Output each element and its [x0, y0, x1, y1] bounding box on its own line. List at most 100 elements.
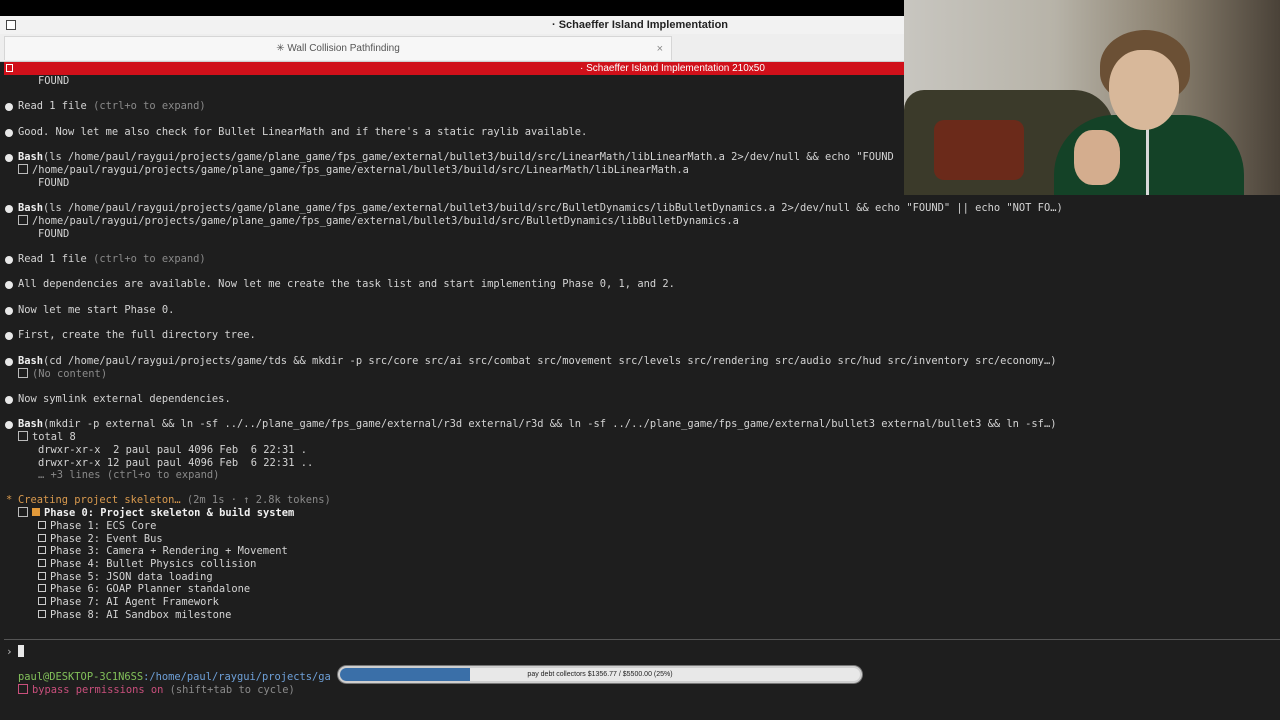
checkbox-icon	[38, 559, 46, 567]
bullet-dot-icon	[5, 205, 13, 213]
output-line: FOUND	[38, 228, 70, 240]
bash-output-line: total 8	[18, 431, 76, 444]
command-text: (mkdir -p external && ln -sf ../../plane…	[43, 418, 1057, 430]
read-file-line: Read 1 file (ctrl+o to expand)	[18, 253, 206, 266]
bash-command-line: Bash(ls /home/paul/raygui/projects/game/…	[18, 202, 1063, 215]
status-path: :/home/paul/raygui/projects/ga	[143, 671, 331, 683]
todo-item: Phase 3: Camera + Rendering + Movement	[38, 545, 288, 558]
bullet-dot-icon	[5, 396, 13, 404]
spinner-icon: *	[6, 494, 13, 506]
tab-label: ✳ Wall Collision Pathfinding	[276, 43, 400, 54]
assistant-message: First, create the full directory tree.	[18, 329, 256, 341]
todo-label: Phase 1: ECS Core	[50, 520, 157, 532]
output-text: total 8	[32, 431, 76, 443]
tool-name: Bash	[18, 151, 44, 163]
todo-item: Phase 1: ECS Core	[38, 520, 156, 533]
todo-label: Phase 5: JSON data loading	[50, 571, 213, 583]
bash-command-line: Bash(mkdir -p external && ln -sf ../../p…	[18, 418, 1056, 431]
task-meta: (2m 1s · ↑ 2.8k tokens)	[180, 494, 331, 506]
todo-label: Phase 2: Event Bus	[50, 533, 163, 545]
mode-icon	[18, 684, 28, 694]
expand-hint: (ctrl+o to expand)	[86, 100, 206, 112]
checkbox-icon	[38, 610, 46, 618]
checkbox-icon	[38, 534, 46, 542]
command-text: (cd /home/paul/raygui/projects/game/tds …	[43, 355, 1057, 367]
tab-wall-collision[interactable]: ✳ Wall Collision Pathfinding ×	[4, 36, 672, 60]
webcam-person-hand	[1074, 130, 1120, 185]
output-corner-icon	[18, 368, 28, 378]
bullet-dot-icon	[5, 281, 13, 289]
output-line: drwxr-xr-x 2 paul paul 4096 Feb 6 22:31 …	[38, 444, 307, 456]
command-text: (ls /home/paul/raygui/projects/game/plan…	[43, 151, 894, 163]
bullet-dot-icon	[5, 332, 13, 340]
tool-name: Bash	[18, 418, 44, 430]
todo-label: Phase 3: Camera + Rendering + Movement	[50, 545, 288, 557]
bullet-dot-icon	[5, 358, 13, 366]
checkbox-icon	[38, 546, 46, 554]
input-cursor[interactable]	[18, 645, 24, 657]
expand-hint: (ctrl+o to expand)	[86, 253, 206, 265]
bash-output-line: /home/paul/raygui/projects/game/plane_ga…	[18, 215, 739, 228]
bash-command-line: Bash(ls /home/paul/raygui/projects/game/…	[18, 151, 894, 164]
assistant-message: Good. Now let me also check for Bullet L…	[18, 126, 588, 138]
todo-label: Phase 8: AI Sandbox milestone	[50, 609, 232, 621]
status-user: paul@DESKTOP-3C1N6SS	[18, 671, 144, 683]
tmux-title: · Schaeffer Island Implementation 210x50	[580, 63, 765, 74]
webcam-video	[904, 0, 1280, 195]
bullet-dot-icon	[5, 154, 13, 162]
read-file-line: Read 1 file (ctrl+o to expand)	[18, 100, 206, 113]
debt-progress-bar: pay debt collectors $1356.77 / $5500.00 …	[338, 666, 862, 683]
todo-label: Phase 6: GOAP Planner standalone	[50, 583, 251, 595]
assistant-message: Now symlink external dependencies.	[18, 393, 231, 405]
assistant-message: All dependencies are available. Now let …	[18, 278, 675, 290]
checkbox-icon	[38, 584, 46, 592]
tool-name: Bash	[18, 202, 44, 214]
pane-icon	[6, 64, 13, 72]
task-status: Creating project skeleton…	[18, 494, 181, 506]
output-corner-icon	[18, 215, 28, 225]
read-label: Read 1 file	[18, 100, 87, 112]
todo-item: Phase 7: AI Agent Framework	[38, 596, 219, 609]
prompt-divider	[4, 639, 1280, 640]
bash-output-line: (No content)	[18, 368, 107, 381]
window-menu-icon[interactable]	[6, 20, 16, 30]
bullet-dot-icon	[5, 307, 13, 315]
read-label: Read 1 file	[18, 253, 87, 265]
progress-label: pay debt collectors $1356.77 / $5500.00 …	[527, 671, 673, 678]
todo-item: Phase 8: AI Sandbox milestone	[38, 609, 231, 622]
output-corner-icon	[18, 164, 28, 174]
webcam-person-zipper	[1146, 125, 1149, 195]
bypass-label: bypass permissions on	[32, 684, 164, 696]
output-text: (No content)	[32, 368, 108, 380]
bullet-dot-icon	[5, 421, 13, 429]
todo-label: Phase 7: AI Agent Framework	[50, 596, 219, 608]
todo-item: Phase 4: Bullet Physics collision	[38, 558, 256, 571]
bash-output-line: /home/paul/raygui/projects/game/plane_ga…	[18, 164, 689, 177]
webcam-person-face	[1109, 50, 1179, 130]
prompt-symbol: ›	[6, 645, 13, 658]
close-icon[interactable]: ×	[657, 37, 663, 61]
todo-label: Phase 4: Bullet Physics collision	[50, 558, 257, 570]
todo-label: Phase 0: Project skeleton & build system	[44, 507, 295, 519]
checkbox-icon	[38, 597, 46, 605]
bypass-hint: (shift+tab to cycle)	[163, 684, 295, 696]
output-corner-icon	[18, 507, 28, 517]
todo-item: Phase 0: Project skeleton & build system	[18, 507, 294, 520]
command-text: (ls /home/paul/raygui/projects/game/plan…	[43, 202, 1063, 214]
output-text: /home/paul/raygui/projects/game/plane_ga…	[32, 215, 739, 227]
checkbox-active-icon	[32, 508, 40, 516]
bullet-dot-icon	[5, 103, 13, 111]
expand-more-line[interactable]: … +3 lines (ctrl+o to expand)	[38, 469, 219, 482]
bullet-dot-icon	[5, 256, 13, 264]
status-line-path: paul@DESKTOP-3C1N6SS:/home/paul/raygui/p…	[18, 671, 331, 683]
task-progress-line: Creating project skeleton… (2m 1s · ↑ 2.…	[18, 494, 331, 507]
output-corner-icon	[18, 431, 28, 441]
assistant-message: Now let me start Phase 0.	[18, 304, 175, 316]
output-text: /home/paul/raygui/projects/game/plane_ga…	[32, 164, 689, 176]
checkbox-icon	[38, 521, 46, 529]
output-line: FOUND	[38, 177, 70, 189]
webcam-object	[934, 120, 1024, 180]
status-line-mode[interactable]: bypass permissions on (shift+tab to cycl…	[18, 684, 295, 696]
tool-name: Bash	[18, 355, 44, 367]
output-line: FOUND	[38, 75, 70, 87]
